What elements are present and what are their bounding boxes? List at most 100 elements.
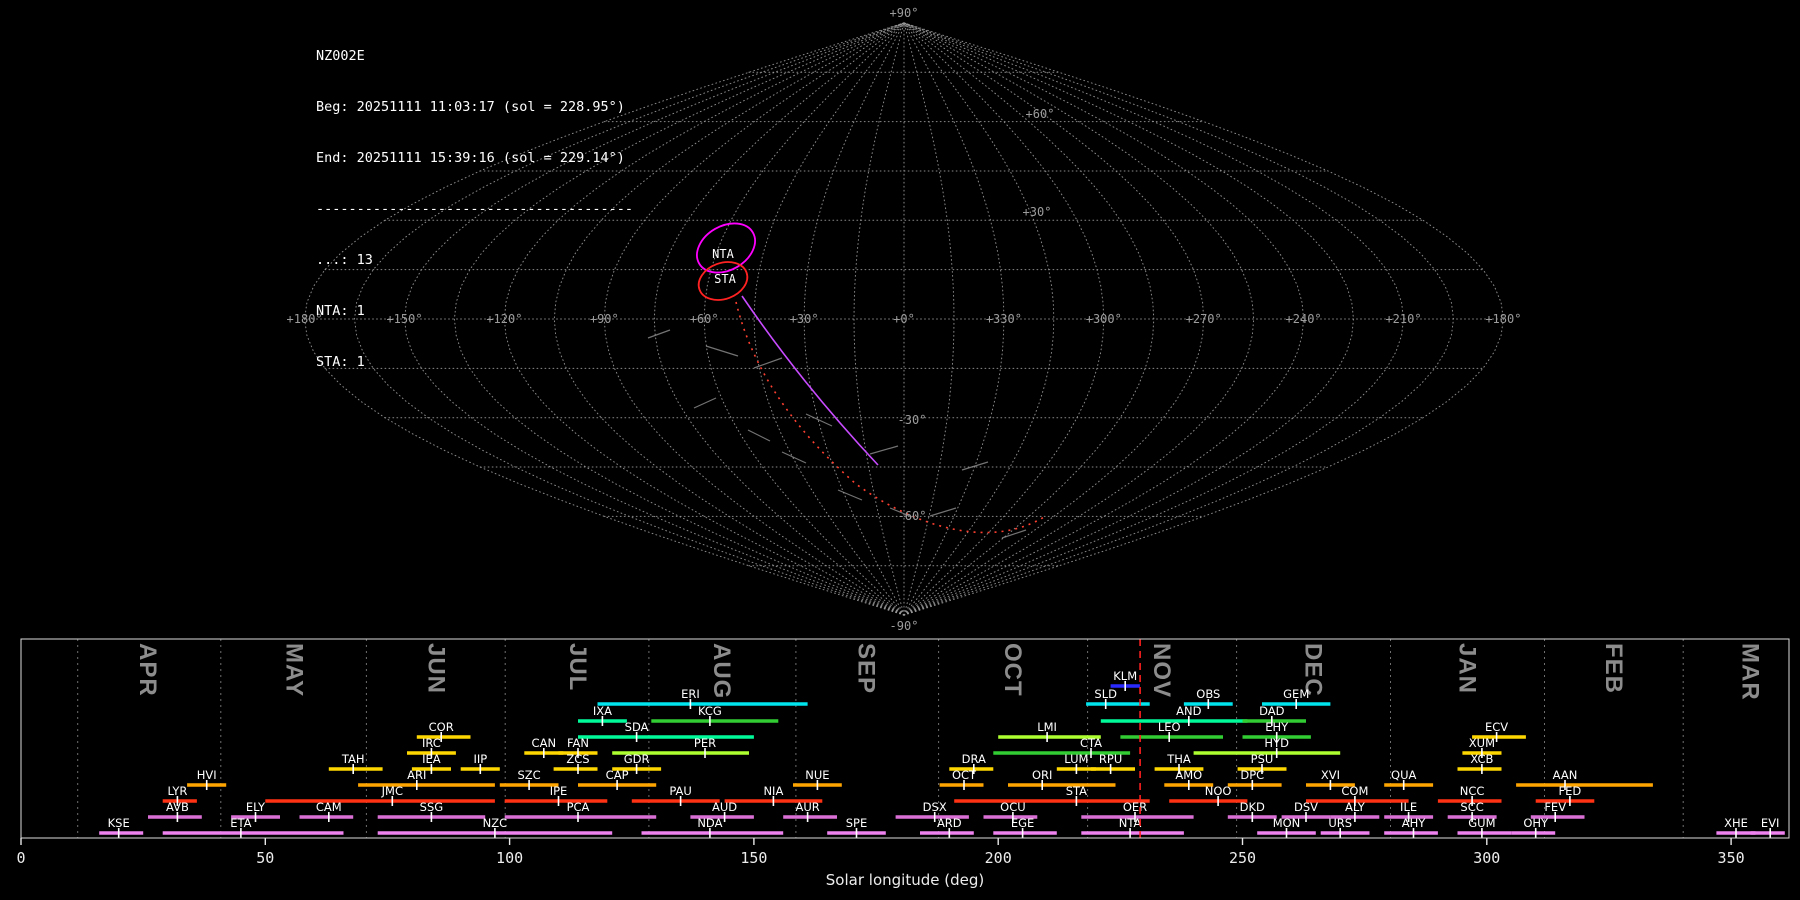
shower-label-gum: GUM [1468, 816, 1495, 830]
shower-label-cta: CTA [1080, 736, 1102, 750]
shower-label-ocu: OCU [1000, 800, 1026, 814]
x-axis-tick-label: 200 [985, 849, 1012, 867]
shower-label-ehy: EHY [1265, 720, 1289, 734]
shower-label-urs: URS [1328, 816, 1352, 830]
shower-label-tah: TAH [341, 752, 365, 766]
shower-label-xvi: XVI [1321, 768, 1340, 782]
shower-label-per: PER [694, 736, 716, 750]
shower-label-fed: FED [1559, 784, 1582, 798]
begin-time: Beg: 20251111 11:03:17 (sol = 228.95°) [316, 99, 625, 115]
sporadic-meteor-segment [961, 461, 989, 471]
month-label-may: MAY [281, 643, 308, 697]
longitude-label: +240° [1286, 312, 1322, 326]
shower-label-ipe: IPE [550, 784, 568, 798]
shower-label-com: COM [1341, 784, 1368, 798]
count-nta: NTA: 1 [316, 303, 365, 319]
latitude-label: -90° [890, 619, 919, 633]
shower-label-lum: LUM [1064, 752, 1088, 766]
activity-timeline-chart: APR MAY JUN JUL AUG SEP OCT NOV DEC JAN FEB MARKLME… [16, 638, 1790, 889]
longitude-label: +180° [1485, 312, 1521, 326]
shower-label-pau: PAU [669, 784, 691, 798]
shower-label-can: CAN [532, 736, 557, 750]
shower-label-kcg: KCG [698, 704, 722, 718]
shower-label-aud: AUD [712, 800, 737, 814]
sporadic-meteor-segment [837, 489, 863, 501]
shower-label-cap: CAP [606, 768, 629, 782]
shower-label-ely: ELY [246, 800, 266, 814]
sporadic-meteor-segment [753, 357, 783, 369]
latitude-label: +30° [1023, 205, 1052, 219]
count-sporadic: ...: 13 [316, 252, 373, 268]
month-label-jul: JUL [564, 643, 591, 691]
shower-label-lmi: LMI [1037, 720, 1057, 734]
shower-label-and: AND [1176, 704, 1201, 718]
shower-label-aly: ALY [1345, 800, 1366, 814]
end-time: End: 20251111 15:39:16 (sol = 229.14°) [316, 150, 625, 166]
shower-label-dkd: DKD [1240, 800, 1265, 814]
shower-label-fev: FEV [1544, 800, 1566, 814]
shower-label-avb: AVB [166, 800, 189, 814]
sporadic-meteor-segment [869, 445, 899, 455]
sporadic-meteor-segment [693, 397, 717, 409]
longitude-label: +0° [893, 312, 915, 326]
shower-label-eta: ETA [230, 816, 251, 830]
radiant-label-sta: STA [714, 272, 736, 286]
shower-label-scc: SCC [1460, 800, 1483, 814]
shower-label-zcs: ZCS [566, 752, 589, 766]
shower-label-xcb: XCB [1470, 752, 1493, 766]
x-axis-tick-label: 250 [1229, 849, 1256, 867]
shower-label-dad: DAD [1259, 704, 1285, 718]
shower-label-pca: PCA [567, 800, 590, 814]
x-axis-tick-label: 300 [1473, 849, 1500, 867]
event-id: NZ002E [316, 48, 365, 64]
month-label-jun: JUN [422, 643, 449, 694]
month-label-oct: OCT [999, 643, 1026, 697]
longitude-label: +300° [1086, 312, 1122, 326]
sporadic-meteor-segment [929, 507, 957, 517]
count-sta: STA: 1 [316, 354, 365, 370]
shower-label-gdr: GDR [624, 752, 650, 766]
shower-label-klm: KLM [1113, 669, 1137, 683]
latitude-label: -60° [898, 509, 927, 523]
shower-label-noo: NOO [1205, 784, 1232, 798]
shower-label-dpc: DPC [1240, 768, 1264, 782]
shower-label-iea: IEA [422, 752, 441, 766]
shower-label-lyr: LYR [167, 784, 187, 798]
shower-label-psu: PSU [1251, 752, 1274, 766]
latitude-label: +90° [890, 6, 919, 20]
shower-label-oct: OCT [952, 768, 977, 782]
shower-label-ahy: AHY [1402, 816, 1427, 830]
x-axis-tick-label: 50 [256, 849, 274, 867]
shower-label-dsv: DSV [1294, 800, 1318, 814]
sporadic-meteor-segment [805, 413, 833, 427]
x-axis-title: Solar longitude (deg) [826, 871, 984, 889]
sporadic-meteor-segment [647, 329, 671, 339]
shower-label-hyd: HYD [1264, 736, 1289, 750]
shower-label-iip: IIP [473, 752, 487, 766]
sporadic-meteor-segment [705, 345, 739, 357]
sporadic-meteor-segment [1001, 529, 1027, 539]
shower-label-evi: EVI [1761, 816, 1780, 830]
shower-label-nda: NDA [697, 816, 722, 830]
shower-label-ixa: IXA [593, 704, 612, 718]
month-label-nov: NOV [1148, 643, 1175, 698]
radiant-label-nta: NTA [712, 247, 734, 261]
shower-label-obs: OBS [1196, 687, 1220, 701]
shower-label-jmc: JMC [381, 784, 403, 798]
x-axis-tick-label: 350 [1718, 849, 1745, 867]
shower-label-ori: ORI [1032, 768, 1052, 782]
shower-label-rpu: RPU [1099, 752, 1122, 766]
shower-label-nta: NTA [1119, 816, 1142, 830]
shower-label-sda: SDA [625, 720, 649, 734]
shower-label-sta: STA [1066, 784, 1087, 798]
shower-label-nia: NIA [763, 784, 783, 798]
x-axis-tick-label: 100 [496, 849, 523, 867]
shower-label-amo: AMO [1175, 768, 1202, 782]
longitude-label: +60° [690, 312, 719, 326]
shower-label-ncc: NCC [1460, 784, 1485, 798]
shower-label-xhe: XHE [1724, 816, 1748, 830]
longitude-label: +330° [986, 312, 1022, 326]
event-info-block: NZ002E Beg: 20251111 11:03:17 (sol = 228… [316, 14, 633, 405]
month-label-apr: APR [134, 643, 161, 697]
x-axis-tick-label: 150 [740, 849, 767, 867]
